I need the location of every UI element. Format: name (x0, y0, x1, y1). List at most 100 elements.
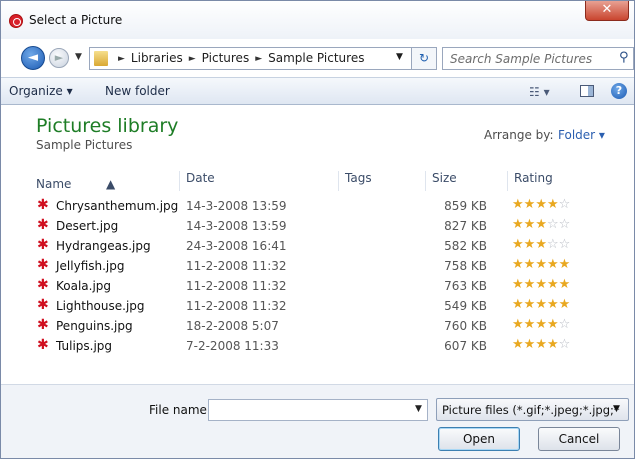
window-title: Select a Picture (29, 13, 123, 27)
star-icon[interactable]: ★ (559, 257, 571, 272)
column-divider[interactable] (507, 171, 508, 191)
star-icon[interactable]: ★ (512, 197, 524, 212)
star-icon[interactable]: ★ (512, 237, 524, 252)
address-bar[interactable]: ► Libraries ► Pictures ► Sample Pictures ▼ (89, 47, 436, 70)
file-row[interactable]: ✱ Hydrangeas.jpg 24-3-2008 16:41 582 KB … (1, 235, 634, 255)
breadcrumb-sample-pictures[interactable]: Sample Pictures (268, 51, 364, 65)
star-icon[interactable]: ★ (524, 237, 536, 252)
picture-file-icon: ✱ (37, 337, 49, 353)
star-icon[interactable]: ☆ (559, 237, 571, 252)
star-icon[interactable]: ★ (524, 337, 536, 352)
file-rating[interactable]: ★★★★☆ (512, 197, 570, 212)
file-type-filter[interactable]: Picture files (*.gif;*.jpeg;*.jpg;* ▼ (436, 398, 629, 421)
star-icon[interactable]: ★ (524, 257, 536, 272)
help-icon[interactable]: ? (611, 83, 627, 99)
star-icon[interactable]: ★ (512, 217, 524, 232)
star-icon[interactable]: ★ (524, 317, 536, 332)
column-divider[interactable] (179, 171, 180, 191)
file-rating[interactable]: ★★★★★ (512, 257, 570, 272)
arrange-by-dropdown[interactable]: Folder ▾ (558, 128, 605, 142)
star-icon[interactable]: ★ (524, 197, 536, 212)
breadcrumb-pictures[interactable]: Pictures (202, 51, 250, 65)
star-icon[interactable]: ★ (512, 337, 524, 352)
star-icon[interactable]: ★ (535, 217, 547, 232)
file-rating[interactable]: ★★★☆☆ (512, 237, 570, 252)
breadcrumb-separator: ► (118, 54, 125, 64)
star-icon[interactable]: ★ (547, 257, 559, 272)
star-icon[interactable]: ★ (547, 277, 559, 292)
file-row[interactable]: ✱ Tulips.jpg 7-2-2008 11:33 607 KB ★★★★☆ (1, 335, 634, 355)
star-icon[interactable]: ★ (547, 297, 559, 312)
picture-file-icon: ✱ (37, 277, 49, 293)
file-rating[interactable]: ★★★★★ (512, 277, 570, 292)
app-icon (9, 14, 23, 28)
star-icon[interactable]: ★ (512, 317, 524, 332)
star-icon[interactable]: ★ (524, 277, 536, 292)
preview-pane-icon[interactable] (580, 85, 594, 97)
file-date: 14-3-2008 13:59 (186, 199, 287, 213)
forward-button[interactable]: ► (49, 48, 69, 68)
chevron-down-icon[interactable]: ▼ (415, 404, 422, 414)
file-row[interactable]: ✱ Jellyfish.jpg 11-2-2008 11:32 758 KB ★… (1, 255, 634, 275)
close-button[interactable]: ✕ (585, 1, 629, 21)
star-icon[interactable]: ★ (535, 337, 547, 352)
star-icon[interactable]: ☆ (559, 197, 571, 212)
star-icon[interactable]: ★ (559, 277, 571, 292)
star-icon[interactable]: ★ (512, 257, 524, 272)
file-date: 18-2-2008 5:07 (186, 319, 279, 333)
star-icon[interactable]: ★ (512, 297, 524, 312)
organize-button[interactable]: Organize ▾ (9, 84, 73, 98)
file-name-input[interactable] (209, 400, 409, 420)
star-icon[interactable]: ★ (535, 237, 547, 252)
star-icon[interactable]: ★ (512, 277, 524, 292)
star-icon[interactable]: ★ (547, 337, 559, 352)
star-icon[interactable]: ☆ (547, 237, 559, 252)
file-rating[interactable]: ★★★★☆ (512, 337, 570, 352)
open-button[interactable]: Open (438, 427, 520, 451)
star-icon[interactable]: ★ (547, 197, 559, 212)
column-header-tags[interactable]: Tags (345, 171, 372, 185)
recent-locations-dropdown[interactable]: ▼ (75, 52, 82, 62)
refresh-button[interactable]: ↻ (411, 47, 437, 70)
file-type-filter-label: Picture files (*.gif;*.jpeg;*.jpg;* (442, 403, 620, 417)
cancel-button[interactable]: Cancel (538, 427, 620, 451)
column-header-rating[interactable]: Rating (514, 171, 553, 185)
star-icon[interactable]: ★ (535, 277, 547, 292)
picture-file-icon: ✱ (37, 317, 49, 333)
search-input[interactable] (443, 48, 611, 69)
column-divider[interactable] (338, 171, 339, 191)
file-row[interactable]: ✱ Lighthouse.jpg 11-2-2008 11:32 549 KB … (1, 295, 634, 315)
column-header-date[interactable]: Date (186, 171, 215, 185)
star-icon[interactable]: ☆ (559, 337, 571, 352)
column-divider[interactable] (425, 171, 426, 191)
star-icon[interactable]: ☆ (559, 217, 571, 232)
new-folder-button[interactable]: New folder (105, 84, 170, 98)
file-row[interactable]: ✱ Chrysanthemum.jpg 14-3-2008 13:59 859 … (1, 195, 634, 215)
file-name: Chrysanthemum.jpg (56, 199, 179, 213)
star-icon[interactable]: ★ (524, 297, 536, 312)
file-row[interactable]: ✱ Koala.jpg 11-2-2008 11:32 763 KB ★★★★★ (1, 275, 634, 295)
file-rating[interactable]: ★★★☆☆ (512, 217, 570, 232)
address-dropdown-icon[interactable]: ▼ (396, 52, 403, 62)
star-icon[interactable]: ★ (535, 317, 547, 332)
file-rating[interactable]: ★★★★★ (512, 297, 570, 312)
file-rating[interactable]: ★★★★☆ (512, 317, 570, 332)
search-icon[interactable]: ⚲ (619, 50, 629, 65)
star-icon[interactable]: ★ (535, 257, 547, 272)
view-icon[interactable]: ☷ ▾ (529, 85, 550, 99)
file-name: Lighthouse.jpg (56, 299, 145, 313)
file-name: Jellyfish.jpg (56, 259, 125, 273)
star-icon[interactable]: ★ (535, 297, 547, 312)
file-row[interactable]: ✱ Penguins.jpg 18-2-2008 5:07 760 KB ★★★… (1, 315, 634, 335)
star-icon[interactable]: ★ (547, 317, 559, 332)
breadcrumb-libraries[interactable]: Libraries (131, 51, 183, 65)
star-icon[interactable]: ☆ (547, 217, 559, 232)
star-icon[interactable]: ☆ (559, 317, 571, 332)
file-row[interactable]: ✱ Desert.jpg 14-3-2008 13:59 827 KB ★★★☆… (1, 215, 634, 235)
star-icon[interactable]: ★ (524, 217, 536, 232)
back-button[interactable]: ◄ (21, 46, 45, 70)
column-header-size[interactable]: Size (432, 171, 457, 185)
file-name-combobox[interactable]: ▼ (208, 399, 428, 421)
star-icon[interactable]: ★ (559, 297, 571, 312)
star-icon[interactable]: ★ (535, 197, 547, 212)
